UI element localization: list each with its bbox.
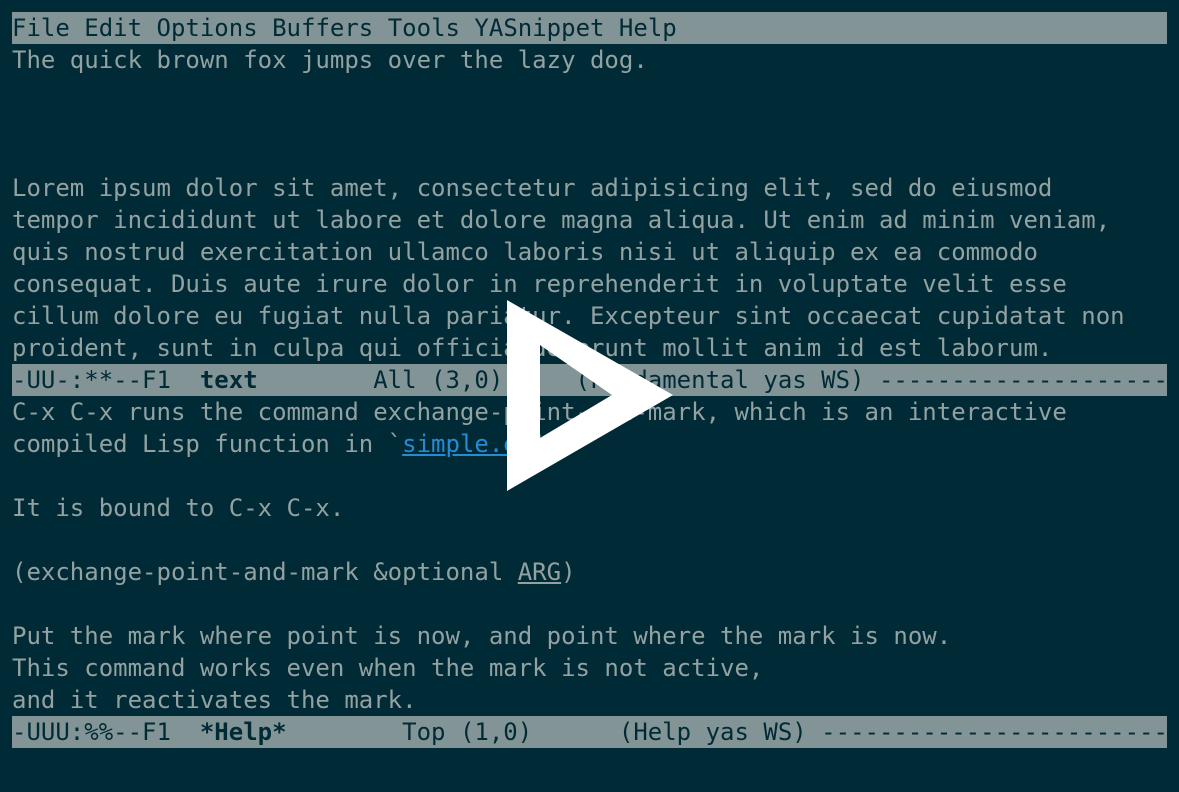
menu-help[interactable]: Help	[619, 14, 677, 42]
menu-yasnippet[interactable]: YASnippet	[474, 14, 604, 42]
buffer-line	[12, 108, 1167, 140]
help-line	[12, 588, 1167, 620]
mode-line-help[interactable]: -UUU:%%--F1 *Help* Top (1,0) (Help yas W…	[12, 716, 1167, 748]
buffer-line: cillum dolore eu fugiat nulla pariatur. …	[12, 302, 1125, 330]
mode-line-status: -UUU:%%--F1	[12, 718, 200, 746]
arg-name: ARG	[517, 558, 562, 586]
mode-line-buffer-name[interactable]: text	[200, 366, 258, 394]
help-line: It is bound to C-x C-x.	[12, 494, 345, 522]
help-text: )	[561, 558, 576, 586]
help-line: and it reactivates the mark.	[12, 686, 417, 714]
mode-line-text[interactable]: -UU-:**--F1 text All (3,0) (Fundamental …	[12, 364, 1167, 396]
help-text: compiled Lisp function in `	[12, 430, 403, 458]
buffer-line: consequat. Duis aute irure dolor in repr…	[12, 270, 1067, 298]
mode-line-buffer-name[interactable]: *Help*	[200, 718, 287, 746]
menu-buffers[interactable]: Buffers	[272, 14, 373, 42]
buffer-line: proident, sunt in culpa qui officia dese…	[12, 334, 1053, 362]
help-line: compiled Lisp function in `simple.el'.	[12, 428, 1167, 460]
help-text: '.	[532, 430, 562, 458]
help-line	[12, 524, 1167, 556]
help-line: Put the mark where point is now, and poi…	[12, 622, 952, 650]
buffer-line: quis nostrud exercitation ullamco labori…	[12, 238, 1038, 266]
echo-area[interactable]	[12, 748, 1167, 780]
help-line	[12, 460, 1167, 492]
buffer-line: Lorem ipsum dolor sit amet, consectetur …	[12, 174, 1053, 202]
mode-line-info: Top (1,0) (Help yas WS) ----------------…	[402, 718, 1167, 746]
source-file-link[interactable]: simple.el	[402, 430, 532, 458]
menu-edit[interactable]: Edit	[84, 14, 142, 42]
help-text: (exchange-point-and-mark &optional	[12, 558, 518, 586]
menu-options[interactable]: Options	[157, 14, 258, 42]
help-line: C-x C-x runs the command exchange-point-…	[12, 398, 1067, 426]
mode-line-info: All (3,0) (Fundamental yas WS) ---------…	[373, 366, 1167, 394]
buffer-line: The quick brown fox jumps over the lazy …	[12, 46, 648, 74]
menu-tools[interactable]: Tools	[388, 14, 460, 42]
menu-bar: File Edit Options Buffers Tools YASnippe…	[12, 12, 1167, 44]
help-line: (exchange-point-and-mark &optional ARG)	[12, 556, 1167, 588]
menu-file[interactable]: File	[12, 14, 70, 42]
buffer-line: tempor incididunt ut labore et dolore ma…	[12, 206, 1111, 234]
buffer-line	[12, 140, 1167, 172]
help-line: This command works even when the mark is…	[12, 654, 764, 682]
mode-line-status: -UU-:**--F1	[12, 366, 200, 394]
buffer-line	[12, 76, 1167, 108]
emacs-frame: File Edit Options Buffers Tools YASnippe…	[0, 0, 1179, 792]
